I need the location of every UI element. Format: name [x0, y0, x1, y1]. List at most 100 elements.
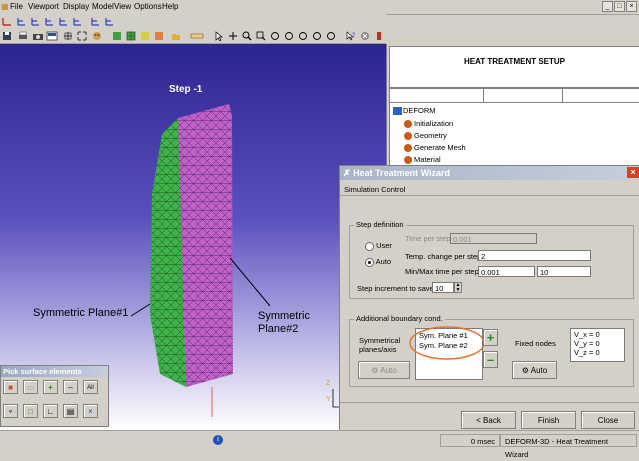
symmetrical-label-2: planes/axis	[359, 345, 397, 354]
pick-edge-icon[interactable]: ∟	[43, 404, 58, 418]
pan-icon[interactable]	[228, 31, 238, 41]
fixed-node-vy: V_y = 0	[574, 339, 600, 348]
shade-outline-icon[interactable]	[154, 31, 164, 41]
toolbar-row-2: ?	[0, 29, 386, 44]
time-per-step-field[interactable]: 0.001	[450, 233, 537, 244]
axis-tool-icon[interactable]	[2, 16, 12, 26]
select-all-button[interactable]: All	[83, 380, 98, 394]
rotate-free-icon[interactable]	[312, 31, 322, 41]
ruler-icon[interactable]	[190, 31, 204, 41]
min-time-field[interactable]: 0.001	[478, 266, 535, 277]
fixed-nodes-label: Fixed nodes	[515, 339, 556, 348]
max-time-field[interactable]: 10	[537, 266, 591, 277]
temp-change-field[interactable]: 2	[478, 250, 591, 261]
shade-wire-icon[interactable]	[140, 31, 150, 41]
camera-icon[interactable]	[32, 31, 44, 41]
menu-model[interactable]: Model	[92, 2, 114, 11]
view-zx-icon[interactable]	[44, 16, 54, 26]
tree-node-deform[interactable]: DEFORM	[393, 106, 436, 116]
object-icon	[404, 156, 412, 165]
annotation-symmetric-plane-1: Symmetric Plane#1	[33, 307, 129, 319]
view-xy-icon[interactable]	[16, 16, 26, 26]
auto-button-sym[interactable]: ⚙ Auto	[358, 361, 410, 379]
folder-icon[interactable]	[171, 31, 181, 41]
zoom-box-icon[interactable]	[256, 31, 266, 41]
fit-view-icon[interactable]	[77, 31, 87, 41]
remove-plane-button[interactable]: –	[483, 351, 498, 368]
pick-surface-icon[interactable]: □	[23, 404, 38, 418]
view-top-icon[interactable]	[104, 16, 114, 26]
auto-button-fixed[interactable]: ⚙ Auto	[512, 361, 557, 379]
color-palette-icon[interactable]	[92, 31, 102, 41]
finish-button[interactable]: Finish	[521, 411, 576, 429]
shade-mesh-icon[interactable]	[126, 31, 136, 41]
rotate-screen-icon[interactable]	[326, 31, 336, 41]
add-plane-button[interactable]: +	[483, 329, 498, 346]
auto-icon: ⚙	[371, 366, 379, 375]
radio-user[interactable]: User	[365, 241, 392, 251]
close-dialog-button[interactable]: Close	[581, 411, 635, 429]
menu-options[interactable]: Options	[134, 2, 162, 11]
step-increment-spinner[interactable]: ▲ ▼	[454, 282, 462, 293]
tree-node-generate-mesh[interactable]: Generate Mesh	[404, 143, 466, 153]
view-front-icon[interactable]	[72, 16, 82, 26]
radio-auto[interactable]: Auto	[365, 257, 391, 267]
close-button[interactable]: ×	[626, 1, 637, 12]
back-button[interactable]: < Back	[461, 411, 516, 429]
step-increment-label: Step increment to save	[357, 284, 434, 293]
svg-text:?: ?	[352, 33, 356, 39]
info-icon[interactable]: i	[213, 435, 223, 445]
zoom-icon[interactable]	[242, 31, 252, 41]
minimize-button[interactable]: _	[602, 1, 613, 12]
time-per-step-label: Time per step	[405, 234, 451, 243]
toolbar-row-1	[0, 14, 386, 28]
rotate-x-icon[interactable]	[270, 31, 280, 41]
dialog-title-bar[interactable]: ✗ Heat Treatment Wizard ×	[340, 166, 639, 180]
status-time: 0 msec	[440, 434, 500, 447]
dims-icon[interactable]	[63, 31, 73, 41]
pick-cube-icon[interactable]: ■	[3, 380, 18, 394]
stop-icon[interactable]	[360, 31, 370, 41]
menu-display[interactable]: Display	[63, 2, 89, 11]
view-side-icon[interactable]	[90, 16, 100, 26]
menu-view[interactable]: View	[114, 2, 131, 11]
save-icon[interactable]	[2, 31, 12, 41]
help-pointer-icon[interactable]: ?	[346, 31, 356, 41]
step-increment-field[interactable]: 10	[432, 282, 454, 293]
window-controls: _ □ ×	[601, 1, 637, 12]
clear-selection-icon[interactable]: ×	[83, 404, 98, 418]
select-arrow-icon[interactable]	[214, 31, 224, 41]
fixed-nodes-list[interactable]: V_x = 0 V_y = 0 V_z = 0	[570, 328, 625, 362]
view-yz-icon[interactable]	[30, 16, 40, 26]
deform-icon	[393, 107, 402, 116]
tree-node-initialization[interactable]: Initialization	[404, 119, 453, 129]
shade-solid-icon[interactable]	[112, 31, 122, 41]
menu-viewport[interactable]: Viewport	[28, 2, 59, 11]
restore-button[interactable]: □	[614, 1, 625, 12]
add-element-icon[interactable]: +	[43, 380, 58, 394]
status-bar: i 0 msec DEFORM-3D - Heat Treatment Wiza…	[0, 430, 639, 459]
rotate-z-icon[interactable]	[298, 31, 308, 41]
remove-element-icon[interactable]: –	[63, 380, 78, 394]
menu-help[interactable]: Help	[162, 2, 178, 11]
annotation-symmetric-plane-2a: Symmetric	[258, 310, 310, 322]
pick-nodes-icon[interactable]: ∘	[3, 404, 18, 418]
print-icon[interactable]	[18, 31, 28, 41]
pick-box-icon[interactable]: ▤	[63, 404, 78, 418]
menu-file[interactable]: File	[10, 2, 23, 11]
palette-title[interactable]: Pick surface elements	[1, 366, 108, 377]
view-iso-icon[interactable]	[58, 16, 68, 26]
menu-bar: ▦ File Viewport Display Model View Optio…	[0, 0, 639, 15]
app-icon: ▦	[1, 2, 9, 11]
dialog-close-button[interactable]: ×	[627, 167, 639, 178]
tree-node-geometry[interactable]: Geometry	[404, 131, 447, 141]
screen-capture-icon[interactable]	[46, 31, 58, 41]
tree-node-material[interactable]: Material	[404, 155, 441, 165]
pick-face-icon[interactable]: ▭	[23, 380, 38, 394]
dialog-subtitle: Simulation Control	[344, 185, 406, 194]
rotate-y-icon[interactable]	[284, 31, 294, 41]
bookmark-icon[interactable]	[374, 31, 384, 41]
axis-y-label: Y	[326, 396, 331, 403]
leader-line-1	[130, 303, 151, 317]
additional-boundary-label: Additional boundary cond.	[354, 314, 445, 323]
